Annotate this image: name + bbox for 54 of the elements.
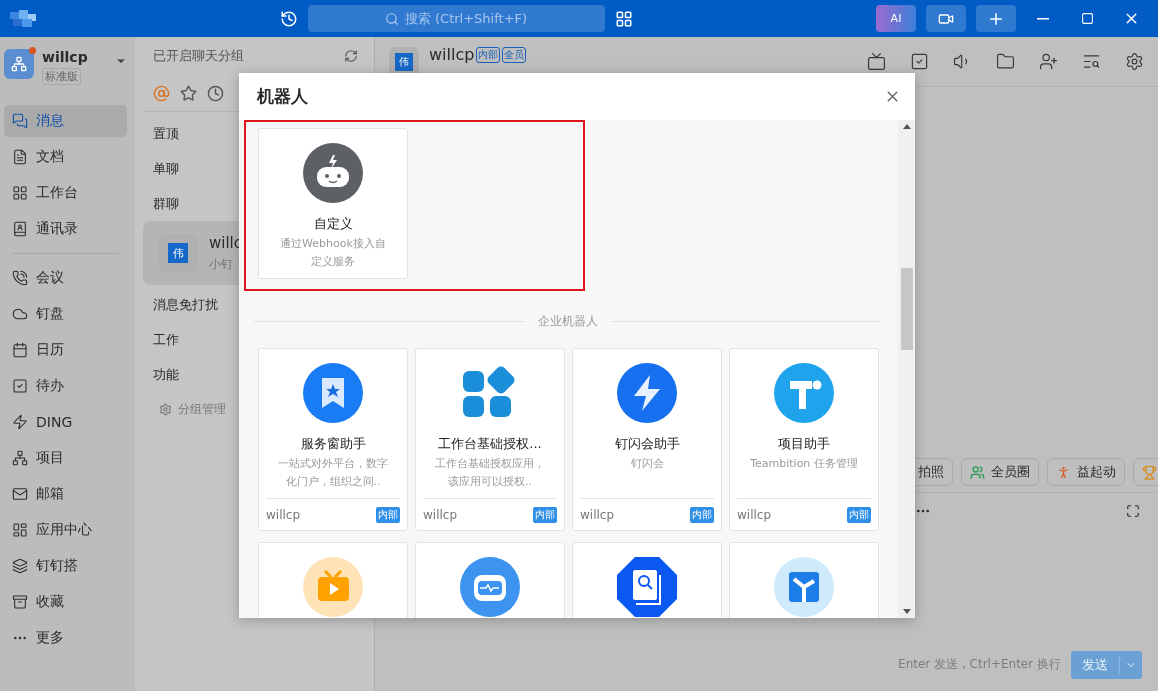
sidebar-item[interactable]: 钉钉搭	[4, 550, 127, 582]
section-title: 企业机器人	[537, 313, 598, 330]
robot-description: 通过Webhook接入自定义服务	[279, 236, 387, 270]
shortcut-hint: Enter 发送 , Ctrl+Enter 换行	[898, 656, 1061, 673]
robot-owner: willcp	[737, 507, 772, 522]
chat-preview: 小钉	[209, 255, 234, 273]
robot-description: Teambition 任务管理	[749, 456, 859, 472]
internal-badge: 内部	[847, 506, 871, 523]
robot-card[interactable]: 工作台基础授权... 工作台基础授权应用，该应用可以授权.. willcp 内部	[415, 348, 565, 531]
sidebar-item[interactable]: 项目	[4, 442, 127, 474]
sidebar-item[interactable]: 应用中心	[4, 514, 127, 546]
chat-title: willcp	[429, 45, 475, 64]
sidebar-item[interactable]: 文档	[4, 141, 127, 173]
robot-description: 一站式对外平台，数字化门户，组织之间..	[277, 456, 389, 490]
robot-description: 工作台基础授权应用，该应用可以授权..	[434, 456, 546, 490]
chat-avatar: 伟	[395, 52, 413, 71]
dialog-title: 机器人	[257, 85, 308, 108]
quick-chip[interactable]: 全员圈	[961, 458, 1039, 486]
robot-name: 钉闪会助手	[614, 435, 680, 453]
plan-label: 标准版	[42, 68, 81, 85]
sidebar-item[interactable]: DING	[4, 406, 127, 438]
robot-name: 项目助手	[778, 435, 830, 453]
chat-tag: 全员	[502, 46, 527, 63]
robot-name: 自定义	[313, 215, 353, 233]
robot-owner: willcp	[266, 507, 301, 522]
sidebar-item[interactable]: 通讯录	[4, 213, 127, 245]
search-placeholder: 搜索 (Ctrl+Shift+F)	[404, 9, 528, 28]
robot-owner: willcp	[423, 507, 458, 522]
list-header: 已开启聊天分组	[153, 47, 244, 65]
robot-card[interactable]: 自定义 通过Webhook接入自定义服务	[258, 128, 408, 279]
chat-tag: 内部	[476, 46, 501, 63]
sidebar-item[interactable]: 更多	[4, 622, 127, 654]
robot-card[interactable]: 钉闪会助手 钉闪会 willcp 内部	[572, 348, 722, 531]
account-name: willcp	[42, 49, 89, 65]
robot-card[interactable]: 项目助手 Teambition 任务管理 willcp 内部	[729, 348, 879, 531]
robot-owner: willcp	[580, 507, 615, 522]
robot-name: 工作台基础授权...	[438, 435, 542, 453]
chat-avatar: 伟	[168, 243, 188, 263]
internal-badge: 内部	[376, 506, 400, 523]
sidebar-item[interactable]: 工作台	[4, 177, 127, 209]
sidebar-item[interactable]: 待办	[4, 370, 127, 402]
sidebar-item[interactable]: 收藏	[4, 586, 127, 618]
sidebar-item[interactable]: 日历	[4, 334, 127, 366]
sidebar-item[interactable]: 会议	[4, 262, 127, 294]
internal-badge: 内部	[533, 506, 557, 523]
sidebar-item[interactable]: 消息	[4, 105, 127, 137]
ai-button[interactable]: AI	[876, 5, 916, 32]
internal-badge: 内部	[690, 506, 714, 523]
robot-name: 服务窗助手	[300, 435, 366, 453]
sidebar-item[interactable]: 钉盘	[4, 298, 127, 330]
robot-card[interactable]: 服务窗助手 一站式对外平台，数字化门户，组织之间.. willcp 内部	[258, 348, 408, 531]
quick-chip[interactable]: 益起动	[1047, 458, 1125, 486]
sidebar-item[interactable]: 邮箱	[4, 478, 127, 510]
robot-description: 钉闪会	[629, 456, 665, 472]
